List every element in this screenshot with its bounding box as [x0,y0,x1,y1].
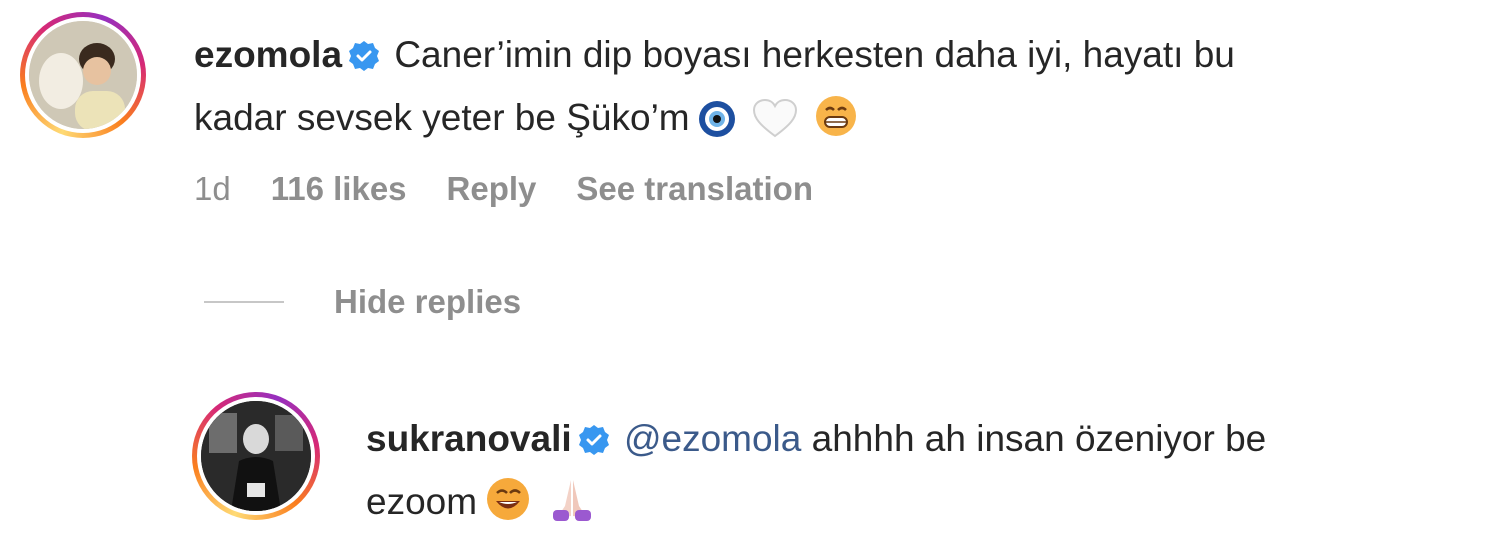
reply-button[interactable]: Reply [447,170,537,208]
comment-meta: 1d 116 likes Reply See translation [194,170,813,208]
smiling-emoji-icon [485,476,531,539]
hide-replies-button[interactable]: Hide replies [204,283,521,321]
reply-body: sukranovali @ezomola ahhhh ah insan özen… [366,410,1476,539]
folded-hands-emoji-icon [547,476,597,539]
see-translation-button[interactable]: See translation [576,170,813,208]
white-heart-emoji-icon [752,97,798,155]
nazar-emoji-icon [698,97,736,155]
reply-text-line1: ahhhh ah insan özeniyor be [811,418,1267,459]
commenter-avatar[interactable] [29,21,137,129]
grinning-emoji-icon [814,94,858,155]
comment-body: ezomola Caner’imin dip boyası herkesten … [194,26,1474,155]
replier-avatar[interactable] [201,401,311,511]
replier-avatar-ring[interactable] [192,392,320,520]
comment-likes[interactable]: 116 likes [271,170,407,208]
reply-mention-link[interactable]: @ezomola [624,418,801,459]
commenter-avatar-ring[interactable] [20,12,146,138]
avatar-photo-icon [29,21,137,129]
reply-username[interactable]: sukranovali [366,418,572,459]
avatar-photo-icon [201,401,311,511]
verified-badge-icon [578,415,610,473]
hide-replies-label: Hide replies [334,283,522,320]
comment-text-line2: kadar sevsek yeter be Şüko’m [194,97,690,138]
comment-time: 1d [194,170,231,207]
hide-replies-divider [204,301,284,303]
comment-username[interactable]: ezomola [194,34,342,75]
verified-badge-icon [348,31,380,89]
comment-text-line1: Caner’imin dip boyası herkesten daha iyi… [394,34,1235,75]
reply-text-line2: ezoom [366,481,478,522]
